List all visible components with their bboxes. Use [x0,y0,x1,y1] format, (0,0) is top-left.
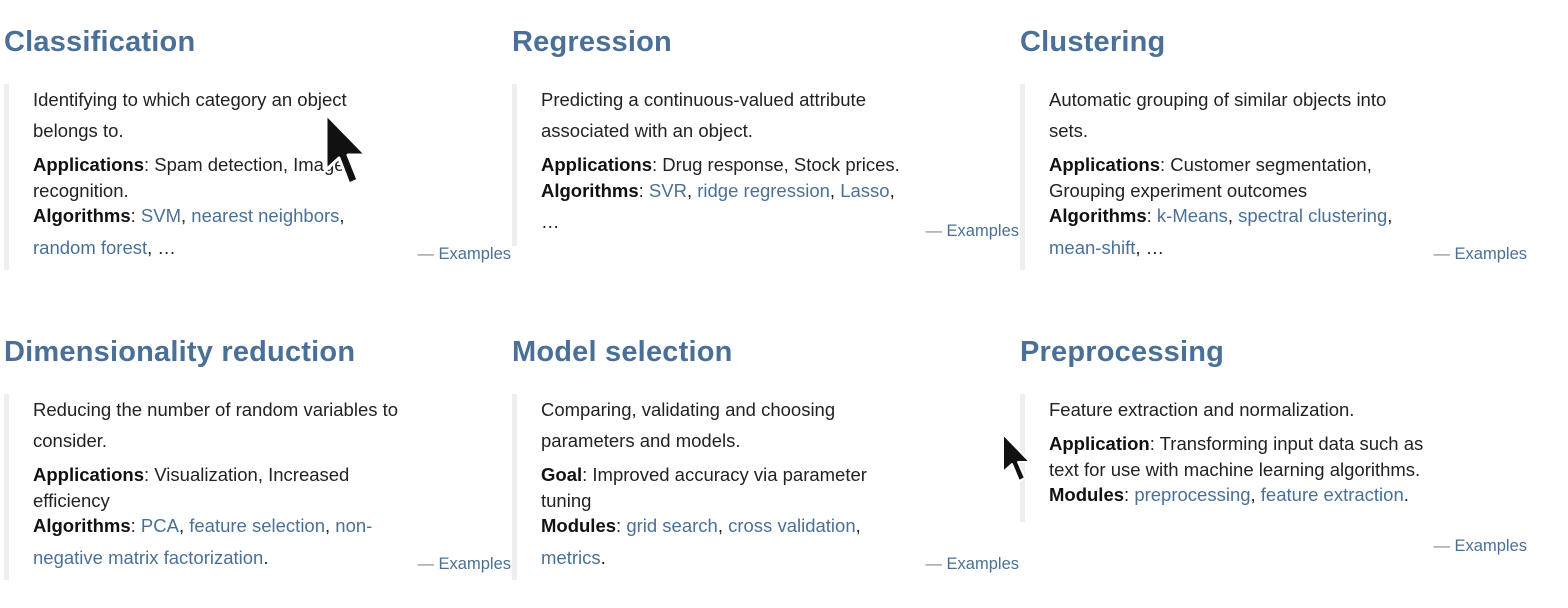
examples-link[interactable]: — Examples [1433,239,1527,270]
applications-text: efficiency [33,489,110,511]
application-text: text for use with machine learning algor… [1049,458,1421,480]
card-title-classification[interactable]: Classification [4,26,195,59]
card-title-clustering[interactable]: Clustering [1020,26,1165,59]
application-line: Application: Transforming input data suc… [1049,431,1533,457]
applications-label: Applications [1049,154,1161,175]
description-line: Feature extraction and normalization. [1049,399,1355,420]
applications-label: Applications [541,154,653,175]
link-random-forest[interactable]: random forest [33,237,147,258]
link-metrics[interactable]: metrics [541,547,601,568]
card-preprocessing: Preprocessing Feature extraction and nor… [1016,310,1527,600]
card-body: Identifying to which category an object … [4,84,517,270]
goal-line: Goal: Improved accuracy via parameter [541,462,1025,488]
description-line: associated with an object. [541,120,753,141]
applications-line: Applications: Visualization, Increased [33,462,517,488]
description-line: belongs to. [33,120,124,141]
goal-text: : Improved accuracy via parameter [582,464,867,485]
link-lasso[interactable]: Lasso [840,180,889,201]
card-model-selection: Model selection Comparing, validating an… [508,310,1019,600]
link-svr[interactable]: SVR [649,180,687,201]
link-grid-search[interactable]: grid search [626,515,718,536]
description-line: Comparing, validating and choosing [541,399,836,420]
card-body: Feature extraction and normalization. Ap… [1020,394,1533,555]
card-description: Feature extraction and normalization. [1049,394,1533,425]
link-nearest-neighbors[interactable]: nearest neighbors [191,205,339,226]
goal-label: Goal [541,464,583,485]
algorithms-line: Algorithms: k-Means, spectral clustering… [1049,205,1393,226]
modules-label: Modules [541,515,617,536]
description-line: Reducing the number of random variables … [33,399,399,420]
applications-text: Grouping experiment outcomes [1049,179,1308,201]
description-line: consider. [33,430,108,451]
applications-line: Applications: Customer segmentation, [1049,152,1533,178]
card-title-model-selection[interactable]: Model selection [512,336,733,369]
applications-text: : Customer segmentation, [1160,154,1372,175]
card-description: Automatic grouping of similar objects in… [1049,84,1533,146]
ellipsis: … [157,236,176,258]
applications-text: : Spam detection, Image [144,154,345,175]
card-classification: Classification Identifying to which cate… [0,0,511,290]
algorithms-label: Algorithms [1049,205,1147,226]
modules-line: Modules: preprocessing, feature extracti… [1049,484,1409,505]
link-k-means[interactable]: k-Means [1157,205,1228,226]
applications-text: recognition. [33,179,129,201]
card-description: Predicting a continuous-valued attribute… [541,84,1025,146]
link-feature-extraction[interactable]: feature extraction [1261,484,1404,505]
algorithms-label: Algorithms [33,515,131,536]
goal-text: tuning [541,489,592,511]
card-body: Automatic grouping of similar objects in… [1020,84,1533,270]
description-line: sets. [1049,120,1089,141]
link-nmf-cont[interactable]: negative matrix factorization [33,547,263,568]
examples-link[interactable]: — Examples [925,216,1019,247]
card-body: Reducing the number of random variables … [4,394,517,580]
applications-line: Applications: Drug response, Stock price… [541,152,1025,178]
link-nmf[interactable]: non- [335,515,372,536]
link-preprocessing[interactable]: preprocessing [1134,484,1250,505]
link-pca[interactable]: PCA [141,515,179,536]
card-body: Predicting a continuous-valued attribute… [512,84,1025,246]
modules-label: Modules [1049,484,1125,505]
algorithms-label: Algorithms [33,205,131,226]
applications-label: Applications [33,154,145,175]
applications-line: Applications: Spam detection, Image [33,152,517,178]
algorithms-line: Algorithms: PCA, feature selection, non- [33,515,373,536]
applications-label: Applications [33,464,145,485]
examples-link[interactable]: — Examples [1433,531,1527,562]
card-title-regression[interactable]: Regression [512,26,672,59]
description-line: parameters and models. [541,430,741,451]
card-clustering: Clustering Automatic grouping of similar… [1016,0,1527,290]
card-description: Reducing the number of random variables … [33,394,517,456]
applications-text: : Visualization, Increased [144,464,350,485]
card-regression: Regression Predicting a continuous-value… [508,0,1019,290]
modules-line: Modules: grid search, cross validation, [541,515,861,536]
card-title-preprocessing[interactable]: Preprocessing [1020,336,1224,369]
card-description: Identifying to which category an object … [33,84,517,146]
card-dimensionality-reduction: Dimensionality reduction Reducing the nu… [0,310,511,600]
ellipsis: … [1145,236,1165,258]
link-cross-validation[interactable]: cross validation [728,515,856,536]
link-feature-selection[interactable]: feature selection [189,515,325,536]
mouse-pointer-icon [324,112,368,186]
examples-link[interactable]: — Examples [417,549,511,580]
description-line: Identifying to which category an object [33,89,347,110]
description-line: Predicting a continuous-valued attribute [541,89,866,110]
card-body: Comparing, validating and choosing param… [512,394,1025,580]
application-label: Application [1049,433,1150,454]
examples-link[interactable]: — Examples [417,239,511,270]
mouse-pointer-icon [1002,433,1031,482]
link-mean-shift[interactable]: mean-shift [1049,237,1135,258]
examples-link[interactable]: — Examples [925,549,1019,580]
card-description: Comparing, validating and choosing param… [541,394,1025,456]
algorithms-line: Algorithms: SVR, ridge regression, Lasso… [541,179,895,201]
link-svm[interactable]: SVM [141,205,181,226]
algorithms-label: Algorithms [541,179,639,201]
link-ridge-regression[interactable]: ridge regression [697,180,830,201]
application-text: : Transforming input data such as [1149,433,1424,454]
card-title-dimensionality-reduction[interactable]: Dimensionality reduction [4,336,355,369]
algorithms-line: Algorithms: SVM, nearest neighbors, [33,205,345,226]
applications-text: : Drug response, Stock prices. [652,154,900,175]
ellipsis: … [541,211,560,232]
link-spectral-clustering[interactable]: spectral clustering [1238,205,1387,226]
description-line: Automatic grouping of similar objects in… [1049,89,1387,110]
